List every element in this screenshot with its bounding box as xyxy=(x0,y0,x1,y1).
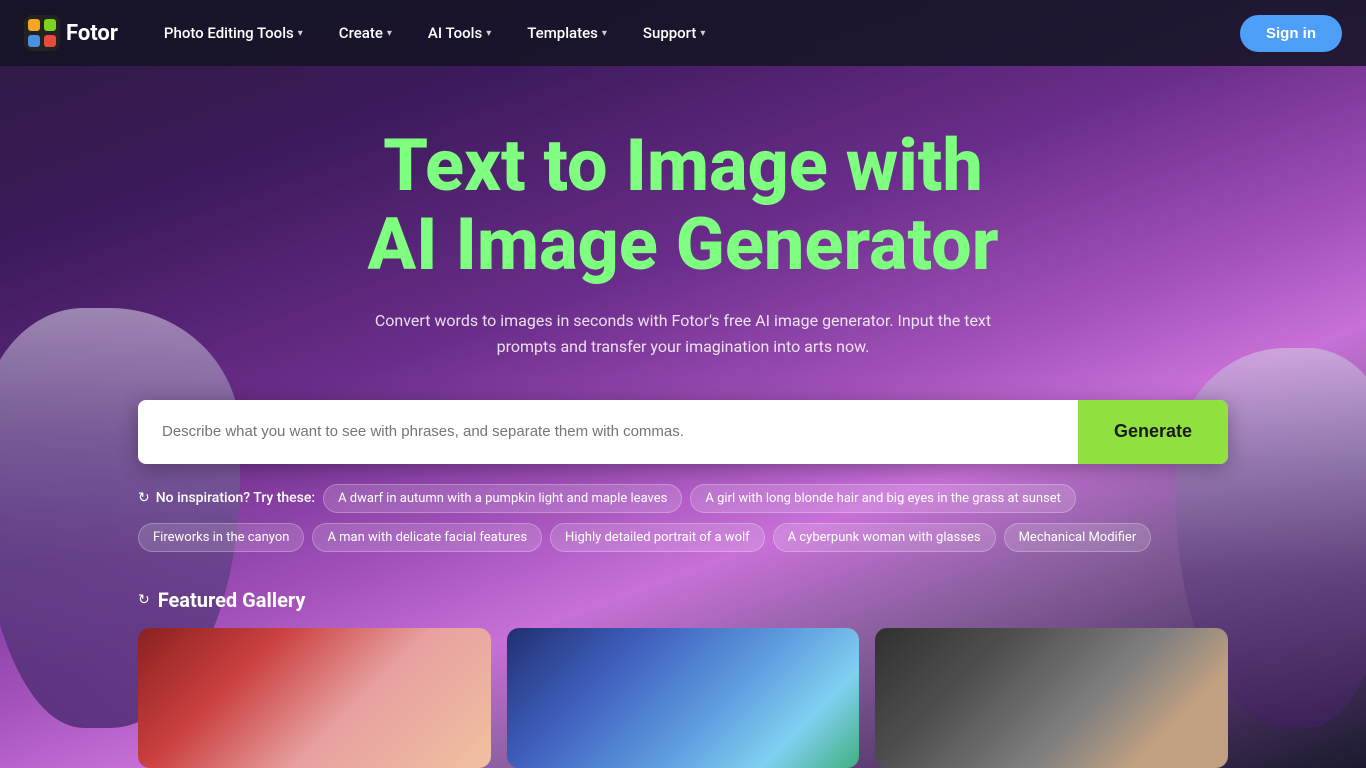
logo-text: Fotor xyxy=(66,21,118,46)
nav-item-templates[interactable]: Templates ▾ xyxy=(513,16,621,50)
generate-button[interactable]: Generate xyxy=(1078,400,1228,464)
nav-right: Sign in xyxy=(1240,15,1342,52)
hero-subtitle: Convert words to images in seconds with … xyxy=(343,308,1023,359)
gallery-card-2[interactable] xyxy=(507,628,860,768)
chevron-down-icon: ▾ xyxy=(298,28,303,39)
hero-title-line2: AI Image Generator xyxy=(343,205,1023,284)
tag-girl-blonde[interactable]: A girl with long blonde hair and big eye… xyxy=(690,484,1076,513)
inspiration-label: ↻ No inspiration? Try these: xyxy=(138,490,315,506)
tag-wolf-portrait[interactable]: Highly detailed portrait of a wolf xyxy=(550,523,765,552)
navbar: Fotor Photo Editing Tools ▾ Create ▾ AI … xyxy=(0,0,1366,66)
hero-title-line1: Text to Image with xyxy=(343,126,1023,205)
gallery-card-1[interactable] xyxy=(138,628,491,768)
nav-item-photo-editing-tools[interactable]: Photo Editing Tools ▾ xyxy=(150,16,317,50)
hero-content: Text to Image with AI Image Generator Co… xyxy=(323,66,1043,360)
nav-item-ai-tools[interactable]: AI Tools ▾ xyxy=(414,16,505,50)
gallery-refresh-icon: ↻ xyxy=(138,592,150,608)
tag-man-delicate[interactable]: A man with delicate facial features xyxy=(312,523,542,552)
chevron-down-icon: ▾ xyxy=(700,28,705,39)
chevron-down-icon: ▾ xyxy=(602,28,607,39)
refresh-icon[interactable]: ↻ xyxy=(138,490,150,506)
hero-section: Text to Image with AI Image Generator Co… xyxy=(0,0,1366,768)
search-section: Generate xyxy=(118,400,1248,464)
tag-dwarf[interactable]: A dwarf in autumn with a pumpkin light a… xyxy=(323,484,682,513)
gallery-section: ↻ Featured Gallery xyxy=(118,588,1248,768)
gallery-title: Featured Gallery xyxy=(158,588,306,612)
search-container: Generate xyxy=(138,400,1228,464)
nav-items: Photo Editing Tools ▾ Create ▾ AI Tools … xyxy=(150,16,1240,50)
prompt-input[interactable] xyxy=(138,400,1078,464)
gallery-grid xyxy=(138,628,1228,768)
logo[interactable]: Fotor xyxy=(24,15,118,51)
tag-cyberpunk-woman[interactable]: A cyberpunk woman with glasses xyxy=(773,523,996,552)
inspiration-row1: ↻ No inspiration? Try these: A dwarf in … xyxy=(138,484,1228,513)
chevron-down-icon: ▾ xyxy=(486,28,491,39)
tag-mechanical-modifier[interactable]: Mechanical Modifier xyxy=(1004,523,1152,552)
tag-fireworks[interactable]: Fireworks in the canyon xyxy=(138,523,304,552)
chevron-down-icon: ▾ xyxy=(387,28,392,39)
nav-item-create[interactable]: Create ▾ xyxy=(325,16,406,50)
nav-item-support[interactable]: Support ▾ xyxy=(629,16,720,50)
gallery-card-3[interactable] xyxy=(875,628,1228,768)
inspiration-section: ↻ No inspiration? Try these: A dwarf in … xyxy=(118,484,1248,552)
inspiration-row2: Fireworks in the canyon A man with delic… xyxy=(138,523,1228,552)
gallery-header: ↻ Featured Gallery xyxy=(138,588,1228,612)
fotor-logo-icon xyxy=(24,15,60,51)
sign-in-button[interactable]: Sign in xyxy=(1240,15,1342,52)
